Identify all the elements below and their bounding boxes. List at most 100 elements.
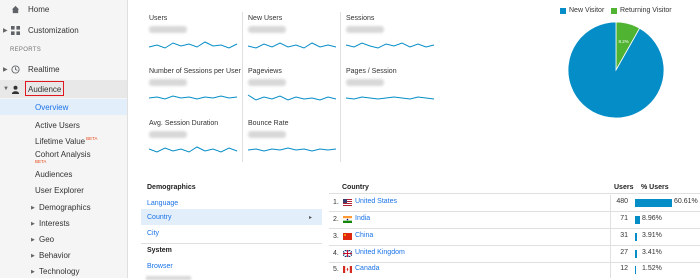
chevron-right-icon: ▸	[308, 214, 312, 221]
sidebar-subitem-active-users[interactable]: Active Users	[35, 121, 80, 130]
sidebar-item-label: Customization	[28, 25, 79, 35]
sparkline-line	[247, 147, 337, 152]
collapse-arrow-icon: ▼	[3, 86, 9, 92]
metric-label: New Users	[248, 15, 283, 22]
sidebar-subitem-cohort-analysis[interactable]: Cohort Analysis	[35, 150, 91, 159]
row-rank: 5.	[333, 266, 339, 273]
metric-sparkline	[345, 42, 435, 49]
canada-flag-icon	[343, 266, 352, 273]
metric-label: Sessions	[346, 15, 375, 22]
clock-icon	[10, 64, 20, 74]
metric-pageviews[interactable]: Pageviews	[246, 68, 338, 116]
sparkline-line	[345, 96, 435, 100]
column-header-country[interactable]: Country	[342, 184, 369, 191]
expand-arrow-icon: ▶	[31, 253, 35, 259]
metric-users[interactable]: Users	[147, 15, 239, 63]
sidebar-subitem-geo[interactable]: Geo	[39, 235, 54, 244]
sparkline-line	[247, 94, 337, 101]
percent-value: 60.61%	[674, 198, 698, 205]
row-rank: 4.	[333, 250, 339, 257]
demographics-item-city[interactable]: City	[141, 225, 322, 241]
pie-chart[interactable]: 8.2%91.8%	[566, 20, 666, 120]
users-value: 27	[620, 249, 628, 256]
legend-item-returning-visitor[interactable]: Returning Visitor	[611, 7, 672, 14]
metric-sessions[interactable]: Sessions	[344, 15, 436, 63]
country-link[interactable]: United Kingdom	[355, 249, 405, 256]
pie-slice[interactable]	[567, 21, 665, 119]
percent-value: 3.91%	[642, 232, 662, 239]
section-label-reports: REPORTS	[10, 47, 41, 53]
demographics-item-label: City	[147, 229, 160, 237]
users-value: 31	[620, 232, 628, 239]
metric-sparkline	[247, 147, 337, 152]
metric-bounce-rate[interactable]: Bounce Rate	[246, 120, 338, 168]
sparkline-line	[148, 41, 238, 49]
metric-label: Pages / Session	[346, 68, 397, 75]
sidebar-item-home[interactable]: Home	[0, 0, 127, 18]
legend-label: Returning Visitor	[620, 7, 672, 14]
grid-divider	[340, 12, 341, 162]
metric-sparkline	[247, 42, 337, 49]
percent-value: 1.52%	[642, 265, 662, 272]
metric-label: Bounce Rate	[248, 120, 289, 127]
metric-value-blurred	[248, 26, 286, 33]
metric-value-blurred	[149, 26, 187, 33]
demographics-heading: Demographics	[147, 184, 196, 191]
column-header-users[interactable]: Users	[614, 184, 633, 191]
row-rank: 2.	[333, 216, 339, 223]
legend-item-new-visitor[interactable]: New Visitor	[560, 7, 604, 14]
sidebar-item-customization[interactable]: ▶ Customization	[0, 21, 127, 39]
cropped-row-blurred	[146, 276, 191, 280]
metric-label: Pageviews	[248, 68, 282, 75]
metric-value-blurred	[149, 131, 187, 138]
us-flag-icon	[343, 199, 352, 206]
metric-sparkline	[345, 96, 435, 100]
audience-highlight-box	[25, 81, 64, 96]
metric-sessions-per-user[interactable]: Number of Sessions per User	[147, 68, 241, 116]
metric-sparkline	[247, 94, 337, 101]
system-item-browser[interactable]: Browser	[141, 258, 322, 274]
users-value: 12	[620, 265, 628, 272]
percent-bar	[635, 233, 638, 241]
row-rank: 1.	[333, 199, 339, 206]
person-icon	[10, 84, 20, 94]
sidebar-subitem-demographics[interactable]: Demographics	[39, 203, 91, 212]
metric-label: Users	[149, 15, 168, 22]
sidebar-subitem-behavior[interactable]: Behavior	[39, 251, 71, 260]
country-link[interactable]: India	[355, 215, 370, 222]
sparkline-line	[247, 42, 337, 49]
sidebar-item-realtime[interactable]: ▶ Realtime	[0, 60, 127, 78]
pie-slice-label: 8.2%	[618, 39, 628, 44]
country-link[interactable]: United States	[355, 198, 397, 205]
grid-divider	[242, 12, 243, 162]
metric-new-users[interactable]: New Users	[246, 15, 338, 63]
metric-value-blurred	[149, 79, 187, 86]
country-link[interactable]: China	[355, 232, 373, 239]
demographics-item-country[interactable]: Country ▸	[141, 209, 322, 225]
home-icon	[10, 4, 20, 14]
table-row: 5. Canada 12 1.52%	[329, 261, 700, 278]
sidebar-subitem-lifetime-value[interactable]: Lifetime ValueBETA	[35, 136, 98, 146]
sidebar: Home ▶ Customization REPORTS ▶ Realtime …	[0, 0, 128, 278]
metric-value-blurred	[346, 79, 384, 86]
sidebar-item-label: Home	[28, 4, 50, 14]
sidebar-subitem-label: Lifetime Value	[35, 137, 86, 146]
expand-arrow-icon: ▶	[31, 237, 35, 243]
metric-sparkline	[148, 41, 238, 49]
metric-value-blurred	[248, 131, 286, 138]
sidebar-subitem-user-explorer[interactable]: User Explorer	[35, 186, 84, 195]
metric-value-blurred	[346, 26, 384, 33]
sidebar-subitem-overview[interactable]: Overview	[35, 103, 68, 112]
sidebar-subitem-technology[interactable]: Technology	[39, 267, 79, 276]
metric-avg-session-duration[interactable]: Avg. Session Duration	[147, 120, 239, 168]
legend-swatch	[611, 7, 617, 14]
metric-pages-per-session[interactable]: Pages / Session	[344, 68, 436, 116]
country-link[interactable]: Canada	[355, 265, 380, 272]
column-header-percent-users[interactable]: % Users	[641, 184, 669, 191]
percent-value: 8.96%	[642, 215, 662, 222]
percent-value: 3.41%	[642, 249, 662, 256]
sidebar-subitem-interests[interactable]: Interests	[39, 219, 70, 228]
percent-bar	[635, 250, 638, 258]
expand-arrow-icon: ▶	[31, 269, 35, 275]
sidebar-subitem-audiences[interactable]: Audiences	[35, 170, 72, 179]
